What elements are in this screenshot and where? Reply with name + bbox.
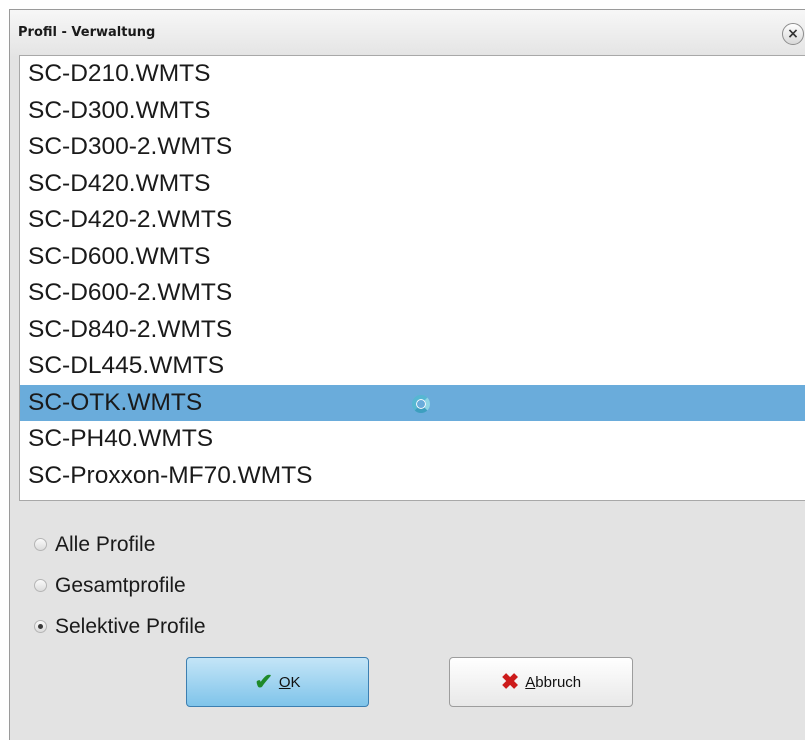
- radio-button-icon[interactable]: [34, 538, 47, 551]
- profile-name: SC-D600.WMTS: [28, 242, 211, 270]
- radio-option[interactable]: Selektive Profile: [34, 606, 206, 647]
- profile-list-item[interactable]: SC-D600-2.WMTS: [20, 275, 805, 312]
- profile-list-item[interactable]: SC-Proxxon-MF70.WMTS: [20, 458, 805, 495]
- ok-button[interactable]: ✔ OK: [186, 657, 369, 707]
- profile-list-item[interactable]: SC-D300.WMTS: [20, 93, 805, 130]
- profile-list-item[interactable]: SC-D840-2.WMTS: [20, 312, 805, 349]
- radio-label: Selektive Profile: [55, 614, 206, 638]
- profile-list-item[interactable]: SC-D300-2.WMTS: [20, 129, 805, 166]
- profile-name: SC-Proxxon-MF70.WMTS: [28, 461, 313, 489]
- profile-name: SC-D300.WMTS: [28, 96, 211, 124]
- radio-option[interactable]: Alle Profile: [34, 524, 206, 565]
- cancel-button[interactable]: ✖ Abbruch: [449, 657, 633, 707]
- profile-name: SC-DL445.WMTS: [28, 352, 225, 379]
- profile-name: SC-D420-2.WMTS: [28, 206, 233, 233]
- close-icon: ×: [787, 25, 799, 42]
- profile-name: SC-D600-2.WMTS: [28, 279, 233, 306]
- profile-name: SC-OTK.WMTS: [28, 388, 203, 416]
- profile-dialog: Profil - Verwaltung × SC-D210.WMTS SC-D30…: [9, 9, 805, 740]
- profile-list-item[interactable]: SC-D420-2.WMTS: [20, 202, 805, 239]
- profile-name: SC-D420.WMTS: [28, 169, 211, 197]
- radio-option[interactable]: Gesamtprofile: [34, 565, 206, 606]
- radio-label: Alle Profile: [55, 532, 156, 556]
- profile-name: SC-D840-2.WMTS: [28, 315, 233, 343]
- title-bar: Profil - Verwaltung ×: [10, 10, 805, 56]
- profile-filter-group: Alle Profile Gesamtprofile Selektive Profi…: [34, 524, 206, 647]
- profile-list[interactable]: SC-D210.WMTS SC-D300.WMTS SC-D300-2.WMTS SC…: [19, 55, 805, 501]
- radio-button-icon[interactable]: [34, 579, 47, 592]
- cancel-button-label: Abbruch: [525, 673, 582, 691]
- check-icon: ✔: [254, 669, 273, 694]
- ok-button-label: OK: [278, 673, 301, 691]
- dialog-title: Profil - Verwaltung: [18, 25, 156, 40]
- close-button[interactable]: ×: [782, 23, 804, 45]
- profile-list-item[interactable]: SC-D210.WMTS: [20, 56, 805, 93]
- x-icon: ✖: [500, 669, 520, 694]
- radio-label: Gesamtprofile: [55, 573, 186, 597]
- profile-name: SC-PH40.WMTS: [28, 425, 214, 452]
- profile-list-item[interactable]: SC-D600.WMTS: [20, 239, 805, 276]
- profile-list-item[interactable]: SC-PH40.WMTS: [20, 421, 805, 458]
- radio-button-icon[interactable]: [34, 620, 47, 633]
- profile-list-item[interactable]: SC-DL445.WMTS: [20, 348, 805, 385]
- profile-list-item[interactable]: SC-D420.WMTS: [20, 166, 805, 203]
- profile-name: SC-D210.WMTS: [28, 60, 211, 87]
- profile-list-item[interactable]: SC-OTK.WMTS: [20, 384, 805, 421]
- radio-selected-dot: [38, 624, 43, 629]
- busy-spinner-icon: [412, 394, 430, 413]
- profile-name: SC-D300-2.WMTS: [28, 133, 233, 160]
